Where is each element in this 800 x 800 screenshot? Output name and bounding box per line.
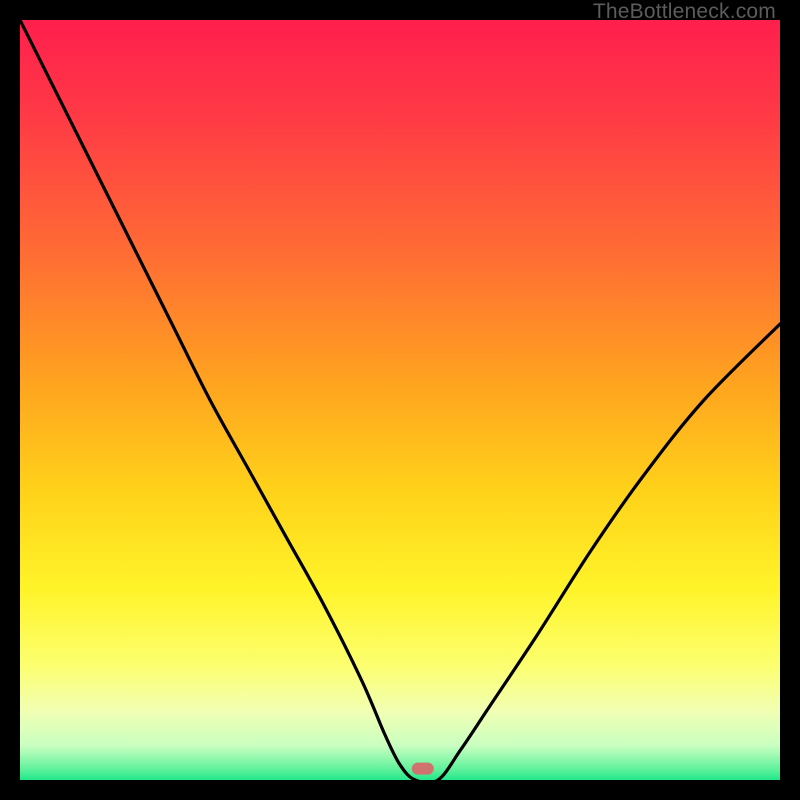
chart-frame — [20, 20, 780, 780]
chart-background — [20, 20, 780, 780]
bottleneck-chart — [20, 20, 780, 780]
watermark-label: TheBottleneck.com — [593, 0, 776, 24]
optimal-point-marker — [412, 763, 434, 775]
